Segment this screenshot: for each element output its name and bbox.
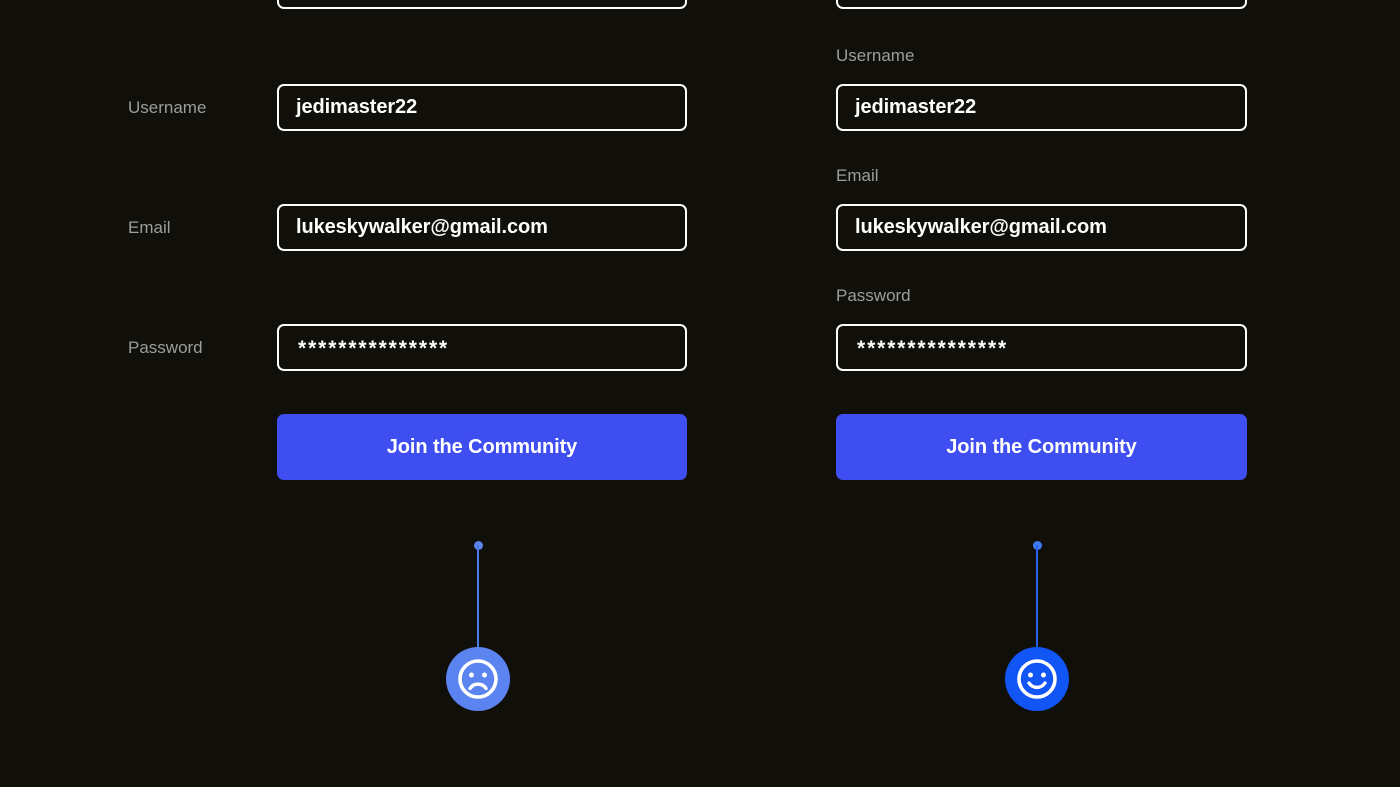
variant-a-marker-bubble[interactable] <box>446 647 510 711</box>
variant-a-email-input[interactable]: lukeskywalker@gmail.com <box>277 204 687 251</box>
variant-a-join-community-button[interactable]: Join the Community <box>277 414 687 480</box>
variant-a-clipped-field[interactable] <box>277 0 687 9</box>
variant-a-marker-line <box>477 545 479 657</box>
variant-a-password-value: *************** <box>298 337 450 360</box>
variant-a-username-label: Username <box>128 98 207 117</box>
variant-b-email-label: Email <box>836 166 879 185</box>
variant-a-sentiment-marker <box>443 541 513 711</box>
variant-a-email-label: Email <box>128 218 171 237</box>
variant-b-password-value: *************** <box>857 337 1009 360</box>
comparison-canvas: Username jedimaster22 Email lukeskywalke… <box>0 0 1400 787</box>
variant-b-password-input[interactable]: *************** <box>836 324 1247 371</box>
variant-a-username-input[interactable]: jedimaster22 <box>277 84 687 131</box>
variant-b-clipped-field[interactable] <box>836 0 1247 9</box>
variant-b-sentiment-marker <box>1002 541 1072 711</box>
variant-b-marker-bubble[interactable] <box>1005 647 1069 711</box>
variant-b-username-value: jedimaster22 <box>855 96 977 118</box>
variant-b-username-label: Username <box>836 46 915 65</box>
variant-b-join-community-button[interactable]: Join the Community <box>836 414 1247 480</box>
variant-a-password-input[interactable]: *************** <box>277 324 687 371</box>
variant-a-password-label: Password <box>128 338 203 357</box>
sad-face-icon <box>456 657 500 701</box>
variant-b-email-input[interactable]: lukeskywalker@gmail.com <box>836 204 1247 251</box>
variant-a-email-value: lukeskywalker@gmail.com <box>296 216 548 238</box>
variant-b-password-label: Password <box>836 286 911 305</box>
happy-face-icon <box>1015 657 1059 701</box>
variant-b-email-value: lukeskywalker@gmail.com <box>855 216 1107 238</box>
variant-b-username-input[interactable]: jedimaster22 <box>836 84 1247 131</box>
variant-a-username-value: jedimaster22 <box>296 96 418 118</box>
variant-b-marker-line <box>1036 545 1038 657</box>
